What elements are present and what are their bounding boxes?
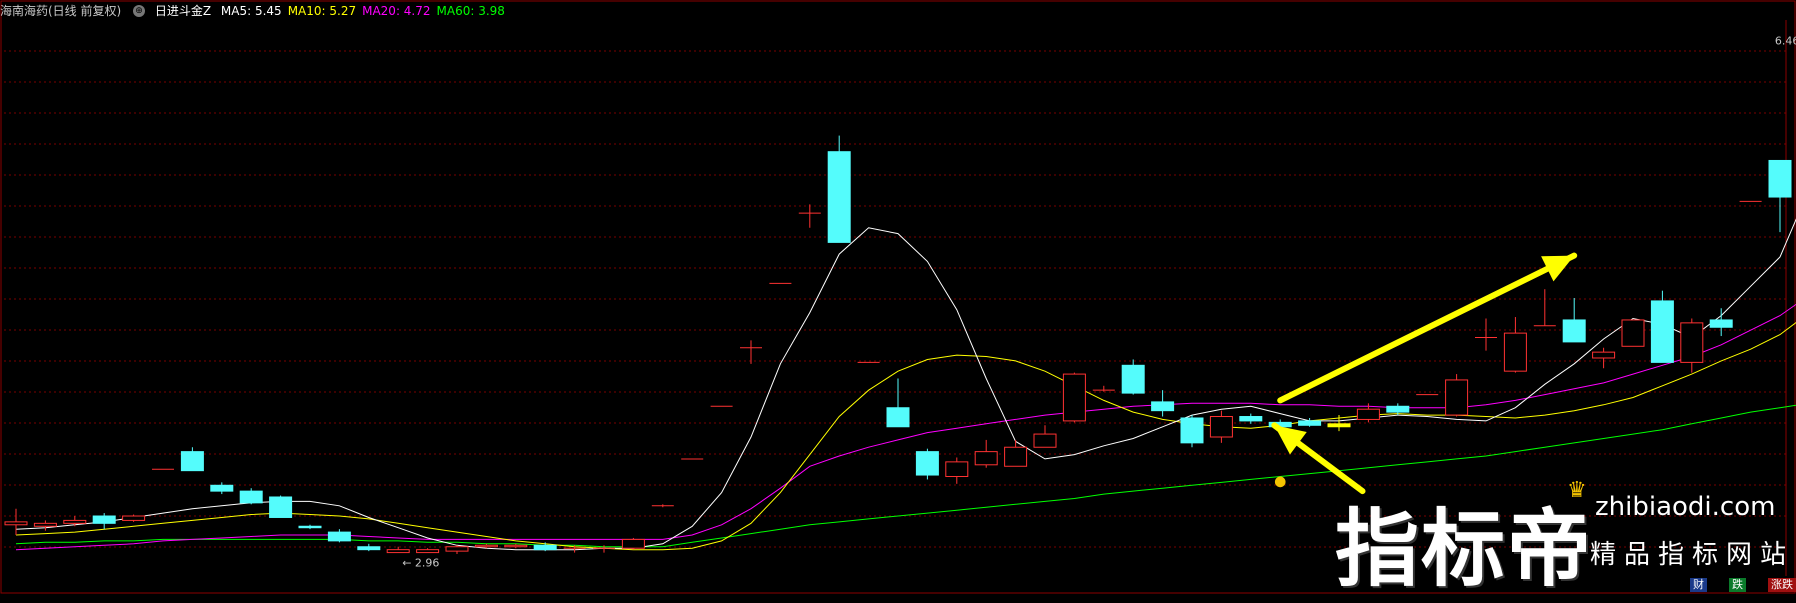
- low-price-label: ← 2.96: [402, 557, 439, 570]
- candle-body: [1327, 423, 1351, 428]
- candle-body: [239, 490, 263, 504]
- candle-body: [357, 546, 381, 551]
- ma-legend-item: MA5: 5.45: [220, 4, 282, 18]
- footer-button[interactable]: 涨跌: [1768, 578, 1796, 592]
- watermark-subtitle: 精品指标网站: [1590, 540, 1795, 570]
- candle-body: [92, 515, 116, 524]
- ma-legend-item: MA20: 4.72: [362, 4, 431, 18]
- candle-body: [1062, 373, 1086, 422]
- ma-legend: MA5: 5.45 MA10: 5.27 MA20: 4.72 MA60: 3.98: [221, 4, 511, 18]
- chart-header: 海南海药(日线 前复权) ⊕ 日进斗金Z MA5: 5.45 MA10: 5.27…: [0, 0, 1796, 22]
- money-bag-icon: ●: [1274, 473, 1286, 489]
- candle-body: [1768, 159, 1792, 198]
- watermark-logo-text: 指标帝: [1335, 500, 1594, 598]
- annotation-arrow-head: [1274, 425, 1307, 455]
- candle-body: [416, 549, 440, 554]
- candle-body: [474, 544, 498, 548]
- candle-body: [180, 451, 204, 472]
- candle-body: [1356, 408, 1380, 420]
- high-price-label: 6.46: [1775, 34, 1796, 47]
- crown-icon: ♛: [1567, 478, 1587, 503]
- candle-body: [974, 451, 998, 466]
- candle-body: [1239, 416, 1263, 422]
- candle-body: [621, 538, 645, 549]
- candle-body: [1386, 405, 1410, 413]
- indicator-toggle-icon[interactable]: ⊕: [133, 4, 146, 17]
- candle-body: [1209, 416, 1233, 438]
- candle-body: [386, 549, 410, 554]
- footer-bar: 财 跌 涨跌: [1668, 578, 1796, 594]
- candle-body: [1503, 332, 1527, 372]
- candle-body: [1180, 417, 1204, 444]
- candle-body: [445, 546, 469, 552]
- candle-body: [4, 521, 28, 526]
- indicator-name[interactable]: 日进斗金Z: [155, 4, 211, 18]
- candle-body: [327, 531, 351, 542]
- candle-body: [827, 151, 851, 243]
- footer-button[interactable]: 财: [1690, 578, 1707, 592]
- candle-body: [915, 451, 939, 476]
- candle-body: [63, 519, 87, 524]
- chart-frame: 6.46 ← 2.96 ● 海南海药(日线 前复权) ⊕ 日进斗金Z MA5: 5.…: [0, 0, 1796, 598]
- candle-body: [1621, 319, 1645, 347]
- candle-body: [1680, 322, 1704, 363]
- annotation-arrow-shaft: [1277, 252, 1578, 404]
- ma-legend-item: MA60: 3.98: [436, 4, 505, 18]
- candle-body: [1033, 433, 1057, 448]
- candle-body: [1592, 351, 1616, 359]
- candle-body: [1709, 319, 1733, 328]
- candle-body: [886, 407, 910, 428]
- candle-body: [504, 544, 528, 548]
- candle-body: [33, 522, 57, 527]
- candle-body: [1650, 300, 1674, 363]
- candle-body: [1121, 364, 1145, 394]
- candle-body: [1445, 379, 1469, 416]
- footer-button[interactable]: 跌: [1729, 578, 1746, 592]
- candle-body: [269, 496, 293, 518]
- stock-title: 海南海药(日线 前复权): [0, 4, 122, 18]
- watermark-url: zhibiaodi.com: [1595, 492, 1776, 522]
- candle-body: [210, 484, 234, 492]
- candle-body: [945, 461, 969, 478]
- candle-body: [533, 544, 557, 551]
- candle-body: [1151, 401, 1175, 412]
- watermark: 指标帝 ♛ zhibiaodi.com 精品指标网站: [1335, 478, 1795, 598]
- candle-body: [122, 515, 146, 521]
- candle-body: [298, 525, 322, 529]
- candle-body: [1562, 319, 1586, 343]
- candle-body: [1298, 420, 1322, 426]
- ma-legend-item: MA10: 5.27: [287, 4, 357, 18]
- candle-body: [1004, 446, 1028, 467]
